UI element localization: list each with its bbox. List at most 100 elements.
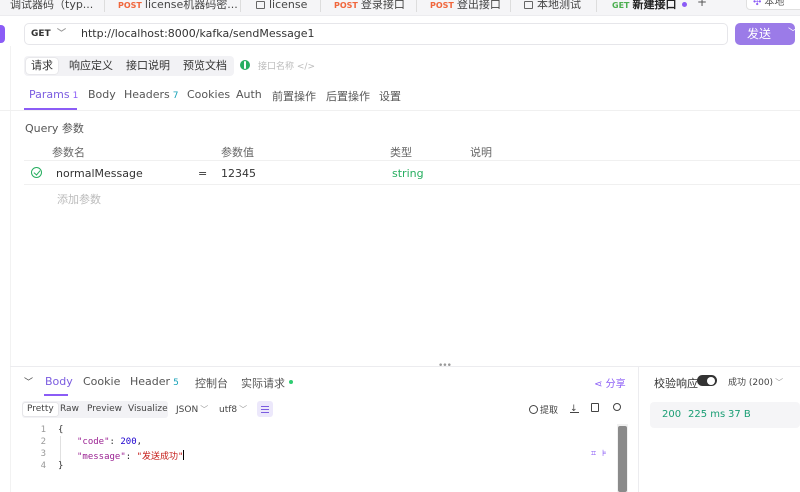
params-table-header: 参数名 参数值 类型 说明: [24, 140, 800, 160]
env-label: 本地: [764, 0, 785, 8]
chevron-down-icon: ﹀: [239, 405, 248, 414]
subtab-response-definition[interactable]: 响应定义: [64, 58, 118, 74]
response-tab-cookie[interactable]: Cookie: [83, 375, 120, 388]
download-icon: ↓: [570, 404, 579, 414]
column-header-description: 说明: [470, 146, 492, 159]
extract-label: 提取: [540, 406, 559, 416]
check-circle-icon[interactable]: [31, 167, 42, 178]
tab-6-active[interactable]: GET 新建接口: [612, 0, 687, 14]
copy-button[interactable]: [591, 403, 599, 414]
response-tab-body[interactable]: Body: [45, 375, 73, 388]
param-value-cell[interactable]: 12345: [221, 167, 256, 180]
tab-post-operations[interactable]: 后置操作: [326, 88, 370, 104]
code-line: "message": "发送成功": [77, 450, 185, 462]
download-button[interactable]: ↓: [570, 403, 579, 414]
status-globe-icon[interactable]: [240, 60, 250, 70]
url-input[interactable]: http://localhost:8000/kafka/sendMessage1: [81, 24, 315, 44]
format-raw[interactable]: Raw: [56, 403, 83, 416]
tab-5[interactable]: 本地测试: [524, 0, 581, 14]
collapse-chevron-icon[interactable]: ﹀: [24, 375, 33, 388]
share-icon: ⋖: [594, 379, 603, 390]
param-name-cell[interactable]: normalMessage: [56, 167, 143, 180]
format-preview[interactable]: Preview: [83, 403, 126, 416]
send-button[interactable]: 发送 ﹀: [735, 23, 798, 45]
more-tabs-button[interactable]: ···: [724, 0, 734, 6]
validate-response-label: 校验响应: [654, 377, 698, 390]
status-code: 200: [662, 409, 682, 420]
response-time: 225 ms: [688, 409, 726, 420]
tab-params[interactable]: Params 1: [29, 88, 78, 101]
format-icon: ⌗: [591, 449, 597, 459]
extract-button[interactable]: 提取: [529, 403, 558, 416]
subtab-api-description[interactable]: 接口说明: [121, 58, 175, 74]
tab-4[interactable]: POST 登出接口: [430, 0, 501, 14]
fold-icon: ⊧: [601, 449, 607, 459]
extract-icon: [529, 405, 538, 414]
tab-separator: [416, 0, 417, 12]
search-button[interactable]: [613, 403, 621, 413]
row-divider: [24, 160, 800, 161]
response-status-select[interactable]: 成功 (200) ﹀: [728, 375, 783, 388]
response-tab-actual-request[interactable]: 实际请求: [241, 375, 293, 391]
environment-select[interactable]: ✣ 本地: [746, 0, 800, 10]
method-select[interactable]: GET ﹀: [25, 24, 71, 44]
line-number: 4: [40, 461, 46, 471]
response-tab-console[interactable]: 控制台: [195, 375, 228, 391]
url-bar: GET ﹀ http://localhost:8000/kafka/sendMe…: [24, 23, 728, 45]
add-param-input[interactable]: 添加参数: [57, 191, 101, 207]
tab-label: 实际请求: [241, 377, 285, 390]
status-select-value: 成功 (200): [728, 378, 774, 388]
validate-toggle[interactable]: [697, 375, 717, 386]
tab-settings[interactable]: 设置: [379, 88, 401, 104]
format-visualize[interactable]: Visualize: [124, 403, 172, 416]
resize-grip-icon[interactable]: •••: [438, 361, 452, 371]
equals-sign: =: [198, 167, 208, 180]
api-name-input[interactable]: 接口名称 </>: [258, 59, 315, 72]
tab-label: license: [269, 0, 308, 11]
api-name-placeholder: 接口名称: [258, 62, 295, 72]
copy-icon: [591, 403, 599, 412]
tab-cookies[interactable]: Cookies: [187, 88, 230, 101]
format-switcher: Pretty Raw Preview Visualize: [22, 401, 168, 418]
language-select[interactable]: JSON ﹀: [176, 404, 208, 415]
tab-label: license机器码密...: [144, 0, 238, 11]
tab-0[interactable]: 调试器码（typ...: [10, 0, 93, 14]
plus-icon: ✣: [753, 0, 762, 8]
code-line: {: [58, 425, 64, 435]
wrap-lines-button[interactable]: [257, 401, 273, 417]
share-button[interactable]: ⋖ 分享: [594, 375, 626, 390]
status-dot-icon: [289, 380, 293, 384]
search-icon: [613, 403, 621, 411]
tab-headers[interactable]: Headers 7: [124, 88, 179, 101]
subtab-request[interactable]: 请求: [26, 58, 58, 74]
tab-2[interactable]: license: [256, 0, 307, 14]
response-tab-header[interactable]: Header 5: [130, 375, 179, 388]
tab-3[interactable]: POST 登录接口: [334, 0, 405, 14]
method-value: GET: [31, 29, 51, 39]
divider: [0, 110, 800, 111]
code-inline-tools[interactable]: ⌗ ⊧: [591, 449, 607, 459]
response-size: 37 B: [728, 409, 751, 420]
share-label: 分享: [605, 379, 626, 390]
scrollbar-thumb[interactable]: [618, 426, 627, 492]
add-tab-button[interactable]: +: [697, 0, 707, 9]
response-code-editor[interactable]: 1 2 3 4 { "code": 200, "message": "发送成功"…: [24, 424, 620, 492]
subtab-preview-docs[interactable]: 预览文档: [178, 58, 232, 74]
tab-auth[interactable]: Auth: [236, 88, 262, 101]
sidebar-toggle-handle[interactable]: [0, 25, 5, 43]
tab-pre-operations[interactable]: 前置操作: [272, 88, 316, 104]
file-icon: [524, 1, 533, 9]
tab-label: 登录接口: [360, 0, 405, 11]
tab-label: Header: [130, 375, 171, 388]
format-pretty[interactable]: Pretty: [23, 403, 58, 416]
query-params-title: Query 参数: [25, 122, 84, 135]
panel-divider[interactable]: [10, 366, 800, 367]
param-type-cell[interactable]: string: [392, 167, 424, 180]
json-value: "发送成功": [136, 452, 184, 462]
code-line: }: [58, 461, 64, 471]
tab-body[interactable]: Body: [88, 88, 116, 101]
encoding-select[interactable]: utf8 ﹀: [219, 404, 247, 415]
chevron-down-icon: ﹀: [788, 28, 798, 39]
file-icon: [256, 1, 265, 9]
tab-1[interactable]: POST license机器码密...: [118, 0, 238, 14]
